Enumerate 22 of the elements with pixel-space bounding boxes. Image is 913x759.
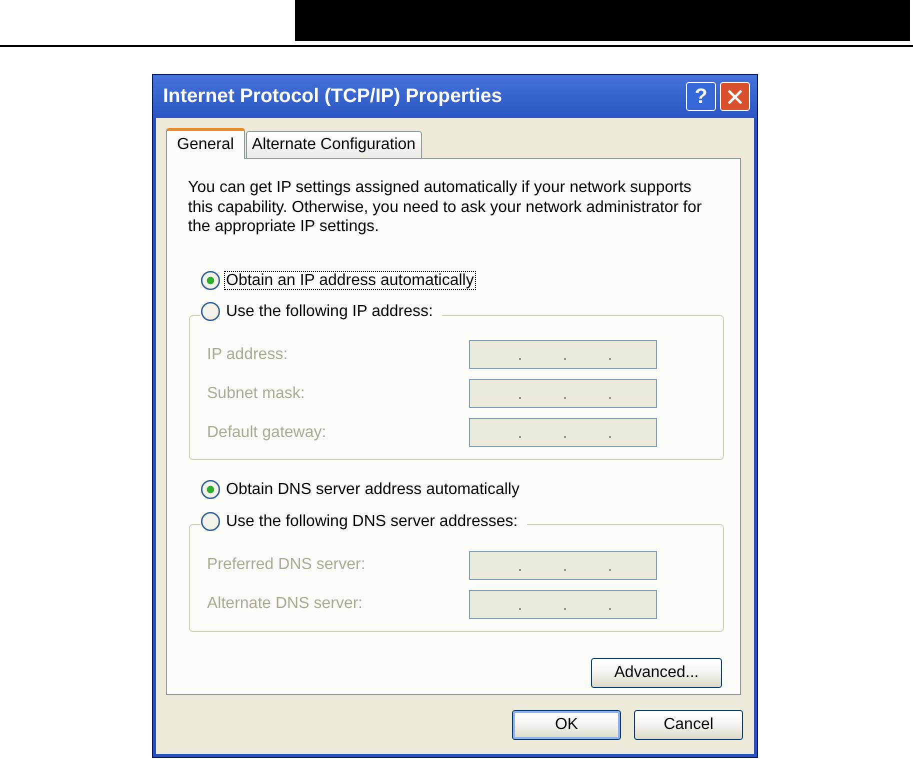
radio-button[interactable]: Use the following IP address: xyxy=(201,302,435,322)
description-text: You can get IP settings assigned automatically if your network supports this capability. Otherwise, you need to ask your network administrator for the appropriate IP settings. xyxy=(188,178,703,236)
field-label: Alternate DNS server: xyxy=(207,594,364,614)
radio-icon[interactable] xyxy=(201,302,220,321)
close-icon xyxy=(728,90,742,104)
tab[interactable]: General xyxy=(166,128,245,159)
help-button[interactable]: ? xyxy=(686,82,716,111)
field-label: Subnet mask: xyxy=(207,384,306,404)
tab[interactable]: Alternate Configuration xyxy=(246,131,422,158)
radio-icon[interactable] xyxy=(201,480,220,498)
close-button[interactable] xyxy=(720,82,750,111)
field-label: Preferred DNS server: xyxy=(207,555,366,575)
advanced-button[interactable]: Advanced... xyxy=(591,658,722,688)
radio-button[interactable]: Use the following DNS server addresses: xyxy=(201,511,520,531)
radio-icon[interactable] xyxy=(201,271,220,290)
field-label: IP address: xyxy=(207,344,289,364)
radio-button[interactable]: Obtain DNS server address automatically xyxy=(201,479,522,499)
dialog-button[interactable]: Cancel xyxy=(634,710,743,740)
radio-icon[interactable] xyxy=(201,512,220,530)
dialog-button[interactable]: OK xyxy=(512,710,621,740)
field-label: Default gateway: xyxy=(207,422,328,442)
window-title: Internet Protocol (TCP/IP) Properties xyxy=(163,84,502,109)
